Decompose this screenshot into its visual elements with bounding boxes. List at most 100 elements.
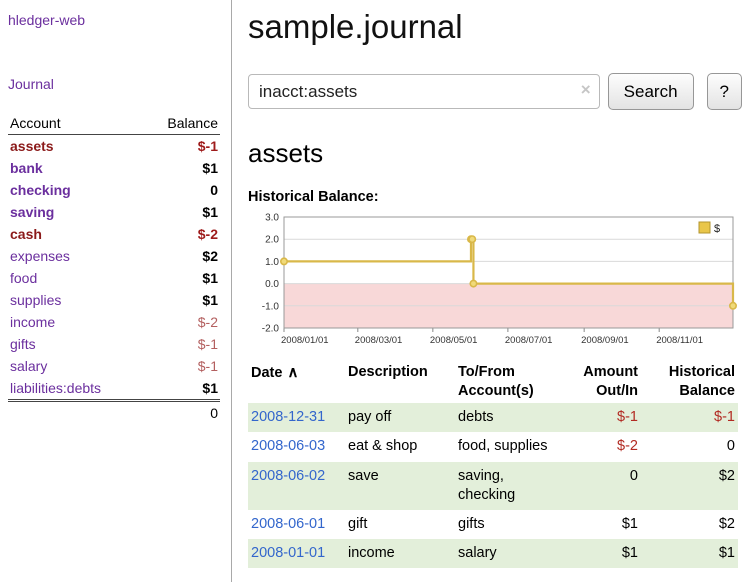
transaction-description: save: [345, 462, 455, 510]
register-table: Date ∧ Description To/From Account(s) Amo…: [248, 361, 738, 568]
register-row: 2008-12-31 pay off debts $-1 $-1: [248, 403, 738, 432]
transaction-accounts: food, supplies: [455, 432, 551, 461]
register-row: 2008-06-02 save saving, checking 0 $2: [248, 462, 738, 510]
account-link-gifts[interactable]: gifts: [10, 336, 36, 352]
account-balance: $-1: [148, 333, 220, 355]
svg-text:-1.0: -1.0: [262, 301, 280, 312]
account-balance: $1: [148, 289, 220, 311]
account-row: gifts $-1: [8, 333, 220, 355]
account-link-checking[interactable]: checking: [10, 182, 71, 198]
register-header-description: Description: [345, 361, 455, 403]
account-link-cash[interactable]: cash: [10, 226, 42, 242]
account-row: supplies $1: [8, 289, 220, 311]
app-brand-link[interactable]: hledger-web: [8, 12, 85, 28]
accounts-table: Account Balance assets $-1 bank $1 check…: [8, 112, 220, 424]
svg-text:2008/01/01: 2008/01/01: [281, 335, 329, 346]
account-row: bank $1: [8, 157, 220, 179]
account-row: food $1: [8, 267, 220, 289]
balance-chart-svg: 3.0 2.0 1.0 0.0 -1.0 -2.02008/01/01 2008/03/01…: [248, 209, 738, 347]
account-row: income $-2: [8, 311, 220, 333]
account-link-bank[interactable]: bank: [10, 160, 43, 176]
register-header-accounts: To/From Account(s): [455, 361, 551, 403]
transaction-amount: $1: [551, 539, 641, 568]
transaction-amount: $1: [551, 510, 641, 539]
account-heading: assets: [248, 138, 742, 169]
sidebar: hledger-web Journal Account Balance asse…: [0, 0, 232, 582]
account-row: liabilities:debts $1: [8, 377, 220, 401]
svg-text:2008/03/01: 2008/03/01: [355, 335, 403, 346]
search-bar: × Search ?: [248, 73, 742, 110]
transaction-accounts: salary: [455, 539, 551, 568]
search-input[interactable]: [248, 74, 600, 109]
transaction-balance: $2: [641, 510, 738, 539]
transaction-date-link[interactable]: 2008-01-01: [251, 545, 325, 561]
svg-text:0.0: 0.0: [265, 279, 279, 290]
register-header-balance: Historical Balance: [641, 361, 738, 403]
register-header-row: Date ∧ Description To/From Account(s) Amo…: [248, 361, 738, 403]
account-balance: $1: [148, 377, 220, 401]
account-link-assets[interactable]: assets: [10, 138, 54, 154]
account-balance: $1: [148, 157, 220, 179]
account-row: checking 0: [8, 179, 220, 201]
transaction-amount: $-1: [551, 403, 641, 432]
transaction-date-link[interactable]: 2008-06-01: [251, 516, 325, 532]
accounts-total: 0: [148, 401, 220, 425]
account-link-liabilities-debts[interactable]: liabilities:debts: [10, 380, 101, 396]
account-balance: $1: [148, 201, 220, 223]
transaction-description: eat & shop: [345, 432, 455, 461]
account-balance: $-1: [148, 355, 220, 377]
accounts-header-row: Account Balance: [8, 112, 220, 135]
svg-text:3.0: 3.0: [265, 213, 279, 224]
search-button[interactable]: Search: [608, 73, 694, 110]
register-header-amount: Amount Out/In: [551, 361, 641, 403]
transaction-date-link[interactable]: 2008-12-31: [251, 409, 325, 425]
chart-title: Historical Balance:: [248, 189, 742, 205]
account-link-supplies[interactable]: supplies: [10, 292, 61, 308]
transaction-accounts: saving, checking: [455, 462, 551, 510]
register-row: 2008-06-03 eat & shop food, supplies $-2…: [248, 432, 738, 461]
balance-chart: 3.0 2.0 1.0 0.0 -1.0 -2.02008/01/01 2008/03/01…: [248, 209, 742, 347]
main-content: sample.journal × Search ? assets Histori…: [248, 0, 742, 568]
help-button[interactable]: ?: [707, 73, 742, 110]
svg-text:2008/09/01: 2008/09/01: [581, 335, 629, 346]
register-header-date-label: Date: [251, 365, 282, 381]
svg-text:1.0: 1.0: [265, 257, 279, 268]
svg-text:$: $: [714, 223, 720, 235]
svg-text:-2.0: -2.0: [262, 324, 280, 335]
transaction-date-link[interactable]: 2008-06-03: [251, 438, 325, 454]
svg-text:2008/11/01: 2008/11/01: [656, 335, 703, 346]
transaction-description: income: [345, 539, 455, 568]
account-row: assets $-1: [8, 135, 220, 158]
register-row: 2008-01-01 income salary $1 $1: [248, 539, 738, 568]
accounts-header-balance: Balance: [148, 112, 220, 135]
svg-text:2008/05/01: 2008/05/01: [430, 335, 478, 346]
account-link-salary[interactable]: salary: [10, 358, 47, 374]
clear-search-icon[interactable]: ×: [581, 81, 591, 98]
svg-text:2008/07/01: 2008/07/01: [505, 335, 553, 346]
account-link-expenses[interactable]: expenses: [10, 248, 70, 264]
accounts-header-account: Account: [8, 112, 148, 135]
account-link-income[interactable]: income: [10, 314, 55, 330]
svg-text:2.0: 2.0: [265, 235, 279, 246]
transaction-description: pay off: [345, 403, 455, 432]
transaction-description: gift: [345, 510, 455, 539]
account-balance: 0: [148, 179, 220, 201]
transaction-balance: 0: [641, 432, 738, 461]
account-balance: $-1: [148, 135, 220, 158]
account-balance: $1: [148, 267, 220, 289]
account-balance: $-2: [148, 311, 220, 333]
account-row: saving $1: [8, 201, 220, 223]
register-header-date: Date ∧: [248, 361, 345, 403]
page-title: sample.journal: [248, 8, 742, 46]
sort-ascending-icon: ∧: [287, 364, 298, 381]
account-row: cash $-2: [8, 223, 220, 245]
account-row: salary $-1: [8, 355, 220, 377]
account-link-saving[interactable]: saving: [10, 204, 54, 220]
account-link-food[interactable]: food: [10, 270, 37, 286]
transaction-balance: $-1: [641, 403, 738, 432]
transaction-accounts: gifts: [455, 510, 551, 539]
nav-journal-link[interactable]: Journal: [8, 76, 223, 92]
account-balance: $-2: [148, 223, 220, 245]
transaction-date-link[interactable]: 2008-06-02: [251, 468, 325, 484]
transaction-balance: $1: [641, 539, 738, 568]
